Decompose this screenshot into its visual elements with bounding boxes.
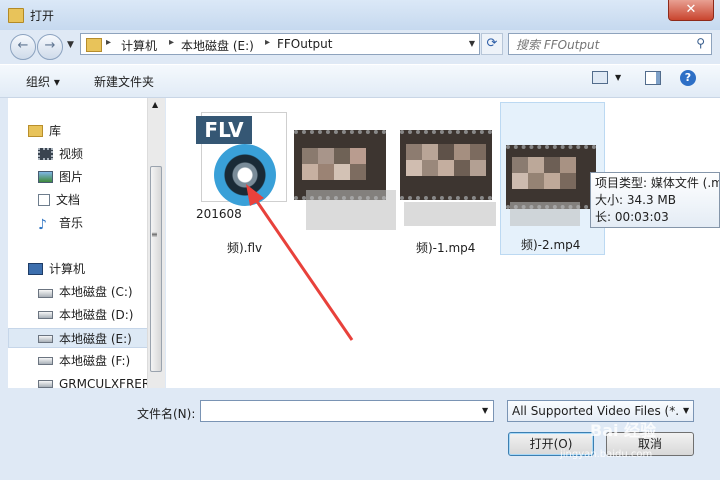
filename-label: 文件名(N): — [137, 407, 196, 421]
baidu-watermark-url: jingyan.baidu.com — [560, 449, 653, 460]
chevron-down-icon[interactable]: ▼ — [482, 406, 488, 415]
arrow-shaft — [254, 199, 354, 341]
baidu-watermark: Bai 经验 — [590, 421, 657, 440]
chevron-down-icon[interactable]: ▼ — [683, 406, 689, 415]
filename-field[interactable] — [200, 400, 494, 422]
arrow-head — [246, 184, 264, 206]
